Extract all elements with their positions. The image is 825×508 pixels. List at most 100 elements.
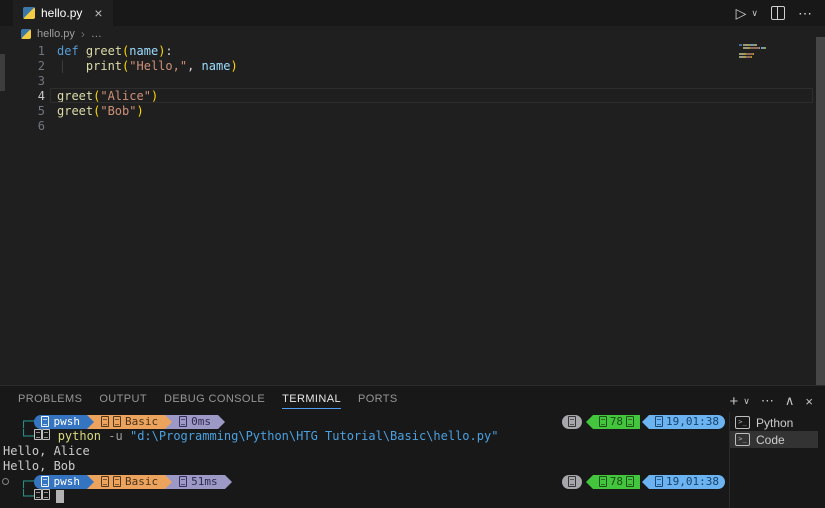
minimap-token <box>755 44 756 46</box>
code-line-1[interactable]: def greet(name): <box>57 44 730 59</box>
code-token: greet <box>86 44 122 58</box>
code-token: def <box>57 44 79 58</box>
prompt-bracket: ┌─ <box>20 414 34 428</box>
minimap[interactable] <box>736 44 816 387</box>
terminal-output-row[interactable]: Hello, Bob <box>0 459 729 474</box>
prompt-segments: pwshBasic51ms <box>34 474 231 489</box>
run-dropdown-icon[interactable]: ∨ <box>751 8 758 19</box>
code-token: "Alice" <box>100 89 151 103</box>
code-area[interactable]: def greet(name): print("Hello,", name)gr… <box>57 44 730 134</box>
battery-badge: 78 <box>586 475 640 489</box>
split-editor-icon[interactable] <box>771 6 785 20</box>
missing-glyph-icon <box>101 416 109 427</box>
code-token: "Bob" <box>100 104 136 118</box>
line-number[interactable]: 1 <box>0 44 45 59</box>
clock-value: 19,01:38 <box>666 414 719 429</box>
terminal-prompt-row[interactable]: ┌─pwshBasic51ms7819,01:38 <box>0 474 729 489</box>
segment-label: pwsh <box>53 414 80 429</box>
code-line-2[interactable]: print("Hello,", name) <box>57 59 730 74</box>
terminal-list-sidebar: PythonCode <box>729 412 825 508</box>
minimap-line <box>739 47 816 49</box>
code-token <box>79 44 86 58</box>
code-token: greet <box>57 104 93 118</box>
panel-tab-problems[interactable]: PROBLEMS <box>18 393 82 409</box>
prompt-badges: 78 19,01:38 <box>562 474 725 489</box>
prompt-segment: 51ms <box>172 475 225 489</box>
terminal-output-row[interactable]: Hello, Alice <box>0 444 729 459</box>
code-line-6[interactable] <box>57 119 730 134</box>
powerline-arrow-icon <box>586 475 593 489</box>
breadcrumb[interactable]: hello.py › … <box>0 26 825 42</box>
prompt-segment: pwsh <box>34 475 87 489</box>
code-line-5[interactable]: greet("Bob") <box>57 104 730 119</box>
missing-glyph-icon <box>42 429 50 440</box>
tab-label: hello.py <box>41 6 82 20</box>
powerline-arrow-icon <box>87 475 94 489</box>
terminal-icon <box>735 433 750 446</box>
code-token: ) <box>151 89 158 103</box>
terminal-cursor-row[interactable]: └─ <box>0 489 729 504</box>
code-editor[interactable]: 123456 def greet(name): print("Hello,", … <box>0 42 825 385</box>
code-token: "Hello," <box>129 59 187 73</box>
prompt-segment: pwsh <box>34 415 87 429</box>
breadcrumb-file[interactable]: hello.py <box>37 28 75 40</box>
maximize-panel-icon[interactable]: ∧ <box>785 393 795 409</box>
terminal-view[interactable]: ┌─pwshBasic0ms7819,01:38└─ python -u "d:… <box>0 412 729 508</box>
panel-body: ┌─pwshBasic0ms7819,01:38└─ python -u "d:… <box>0 412 825 508</box>
panel-tab-debug-console[interactable]: DEBUG CONSOLE <box>164 393 265 409</box>
minimap-line <box>739 59 816 61</box>
tab-hello-py[interactable]: hello.py × <box>13 0 113 26</box>
command-token: python <box>58 429 101 443</box>
code-line-4[interactable]: greet("Alice") <box>57 89 730 104</box>
minimap-line <box>739 56 816 58</box>
new-terminal-button[interactable]: + <box>730 393 739 410</box>
missing-glyph-icon <box>179 416 187 427</box>
code-token: : <box>165 44 172 58</box>
clock-value: 19,01:38 <box>666 474 719 489</box>
breadcrumb-symbol[interactable]: … <box>91 28 102 40</box>
missing-glyph-icon <box>568 476 576 487</box>
missing-glyph-icon <box>41 416 49 427</box>
code-token: print <box>86 59 122 73</box>
command-token <box>123 429 130 443</box>
panel-more-actions-icon[interactable]: ⋯ <box>761 393 774 409</box>
segment-label: 51ms <box>191 474 218 489</box>
command-decoration-icon[interactable] <box>2 478 9 485</box>
terminal-prompt-row[interactable]: ┌─pwshBasic0ms7819,01:38 <box>0 414 729 429</box>
editor-scrollbar[interactable] <box>816 37 825 385</box>
close-tab-icon[interactable]: × <box>94 6 102 20</box>
minimap-token <box>753 53 754 55</box>
python-file-icon <box>23 7 35 19</box>
terminal-list-item-python[interactable]: Python <box>730 414 818 431</box>
missing-glyph-icon <box>626 476 634 487</box>
code-line-3[interactable] <box>57 74 730 89</box>
close-panel-icon[interactable]: × <box>805 394 813 409</box>
clock-badge: 19,01:38 <box>642 415 725 429</box>
missing-glyph-icon <box>34 429 42 440</box>
clock-badge-body: 19,01:38 <box>649 475 725 489</box>
terminal-dropdown-icon[interactable]: ∨ <box>743 396 750 407</box>
line-number[interactable]: 6 <box>0 119 45 134</box>
line-number[interactable]: 2 <box>0 59 45 74</box>
command-token: -u <box>108 429 122 443</box>
terminal-command-row[interactable]: └─ python -u "d:\Programming\Python\HTG … <box>0 429 729 444</box>
terminal-list-item-code[interactable]: Code <box>730 431 818 448</box>
run-python-file-button[interactable]: ▷ <box>736 5 747 22</box>
missing-glyph-icon <box>655 476 663 487</box>
line-number[interactable]: 3 <box>0 74 45 89</box>
line-number-gutter[interactable]: 123456 <box>0 44 45 134</box>
minimap-line <box>739 50 816 52</box>
editor-more-actions-icon[interactable]: ⋯ <box>798 5 812 22</box>
powerline-arrow-icon <box>642 475 649 489</box>
line-number[interactable]: 4 <box>0 89 45 104</box>
prompt-badges: 7819,01:38 <box>562 414 725 429</box>
missing-glyph-icon <box>626 416 634 427</box>
powerline-arrow-icon <box>218 415 225 429</box>
line-number[interactable]: 5 <box>0 104 45 119</box>
powerline-arrow-icon <box>165 475 172 489</box>
panel-tab-ports[interactable]: PORTS <box>358 393 398 409</box>
panel-tab-terminal[interactable]: TERMINAL <box>282 393 341 409</box>
powerline-arrow-icon <box>87 415 94 429</box>
panel-tab-output[interactable]: OUTPUT <box>99 393 147 409</box>
missing-glyph-icon <box>599 416 607 427</box>
